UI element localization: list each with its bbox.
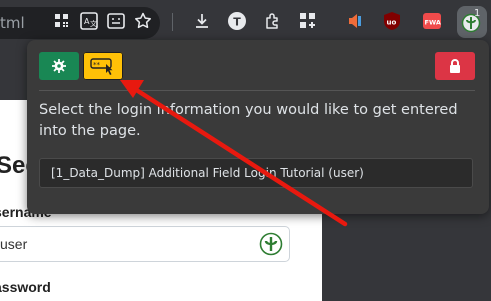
- settings-button[interactable]: [39, 52, 79, 80]
- profile-t-icon[interactable]: T: [227, 11, 247, 31]
- login-entry-label: [1_Data_Dump] Additional Field Login Tut…: [51, 166, 364, 180]
- extension-popup: ** Select the login information you woul…: [27, 40, 489, 214]
- apps-grid-icon[interactable]: [52, 11, 72, 31]
- screen-capture-icon[interactable]: [106, 11, 126, 31]
- add-extension-icon[interactable]: [298, 11, 318, 31]
- bookmark-star-icon[interactable]: [133, 11, 153, 31]
- username-value: user: [0, 236, 28, 252]
- password-fill-icon: **: [90, 58, 113, 75]
- address-bar-text: tml: [0, 14, 25, 32]
- gear-icon: [52, 59, 66, 73]
- username-input[interactable]: user: [0, 226, 290, 262]
- svg-text:FWA: FWA: [425, 19, 441, 27]
- lock-button[interactable]: [435, 52, 475, 80]
- lock-icon: [450, 59, 460, 73]
- field-keepass-icon[interactable]: [259, 232, 283, 256]
- toolbar-divider: [172, 13, 173, 31]
- svg-text:T: T: [233, 16, 241, 29]
- login-entry[interactable]: [1_Data_Dump] Additional Field Login Tut…: [39, 158, 473, 188]
- browser-toolbar: tml A文 T uo FWA 1: [0, 0, 491, 42]
- popup-message: Select the login information you would l…: [39, 102, 458, 139]
- download-icon[interactable]: [192, 11, 212, 31]
- svg-text:文: 文: [90, 19, 97, 28]
- fwa-icon[interactable]: FWA: [422, 11, 442, 31]
- password-label: assword: [0, 279, 51, 295]
- autofill-button[interactable]: **: [83, 52, 123, 80]
- translate-icon[interactable]: A文: [79, 11, 99, 31]
- pocket-speaker-icon[interactable]: [344, 11, 364, 31]
- popup-divider: [39, 90, 475, 91]
- ublock-icon[interactable]: uo: [382, 11, 402, 31]
- svg-text:**: **: [93, 61, 101, 69]
- extensions-puzzle-icon[interactable]: [263, 11, 283, 31]
- svg-text:uo: uo: [387, 19, 397, 27]
- extension-badge: 1: [474, 8, 481, 19]
